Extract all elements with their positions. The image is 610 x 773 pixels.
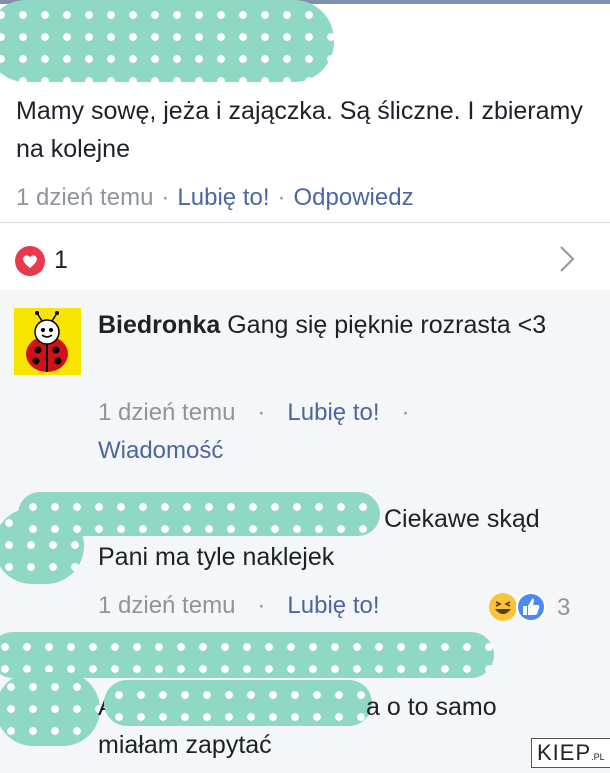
separator-dot: · [277, 184, 286, 211]
post-time[interactable]: 1 dzień temu [16, 184, 153, 211]
comment-body: a o to samo [366, 693, 497, 721]
like-thumb-icon [516, 592, 546, 622]
heart-icon [15, 246, 45, 276]
comment-meta: 1 dzień temu · Lubię to! · [98, 399, 432, 427]
comment-meta: 1 dzień temu · Lubię to! [98, 592, 380, 620]
comment-body: miałam zapytać [98, 731, 272, 759]
reaction-icons[interactable] [488, 592, 548, 622]
comment-body: Pani ma tyle naklejek [98, 543, 335, 571]
like-link[interactable]: Lubię to! [287, 592, 379, 619]
chevron-right-icon[interactable] [558, 243, 576, 275]
comment-body: Ciekawe skąd [384, 505, 540, 533]
divider [0, 222, 610, 223]
watermark-logo: KIEP.PL [531, 738, 610, 768]
message-link[interactable]: Wiadomość [98, 437, 223, 465]
censored-author-name [0, 632, 494, 678]
censored-author-name [18, 492, 380, 536]
censored-author-name [104, 680, 372, 726]
separator-dot: · [161, 184, 170, 211]
like-link[interactable]: Lubię to! [287, 399, 379, 426]
reaction-count: 3 [557, 594, 571, 621]
reactions-bar[interactable]: 1 [0, 224, 610, 290]
comment-time[interactable]: 1 dzień temu [98, 592, 235, 619]
comment-body: Gang się pięknie rozrasta <3 [227, 311, 547, 339]
laughing-emoji-icon [489, 593, 517, 621]
ladybug-logo-icon [14, 308, 81, 375]
like-link[interactable]: Lubię to! [177, 184, 269, 211]
post-text: Mamy sowę, jeża i zajączka. Są śliczne. … [16, 97, 583, 163]
post-meta: 1 dzień temu · Lubię to! · Odpowiedz [16, 184, 414, 212]
separator-dot: · [257, 399, 266, 426]
reply-link[interactable]: Odpowiedz [294, 184, 414, 211]
avatar[interactable] [14, 308, 81, 375]
censored-avatar [0, 672, 100, 746]
comment-author[interactable]: Biedronka [98, 311, 220, 339]
comment-time[interactable]: 1 dzień temu [98, 399, 235, 426]
reaction-count: 1 [54, 246, 68, 274]
separator-dot: · [401, 399, 410, 426]
comment-text: Biedronka Gang się pięknie rozrasta <3 [98, 306, 578, 344]
separator-dot: · [257, 592, 266, 619]
censored-author-name [0, 0, 334, 82]
